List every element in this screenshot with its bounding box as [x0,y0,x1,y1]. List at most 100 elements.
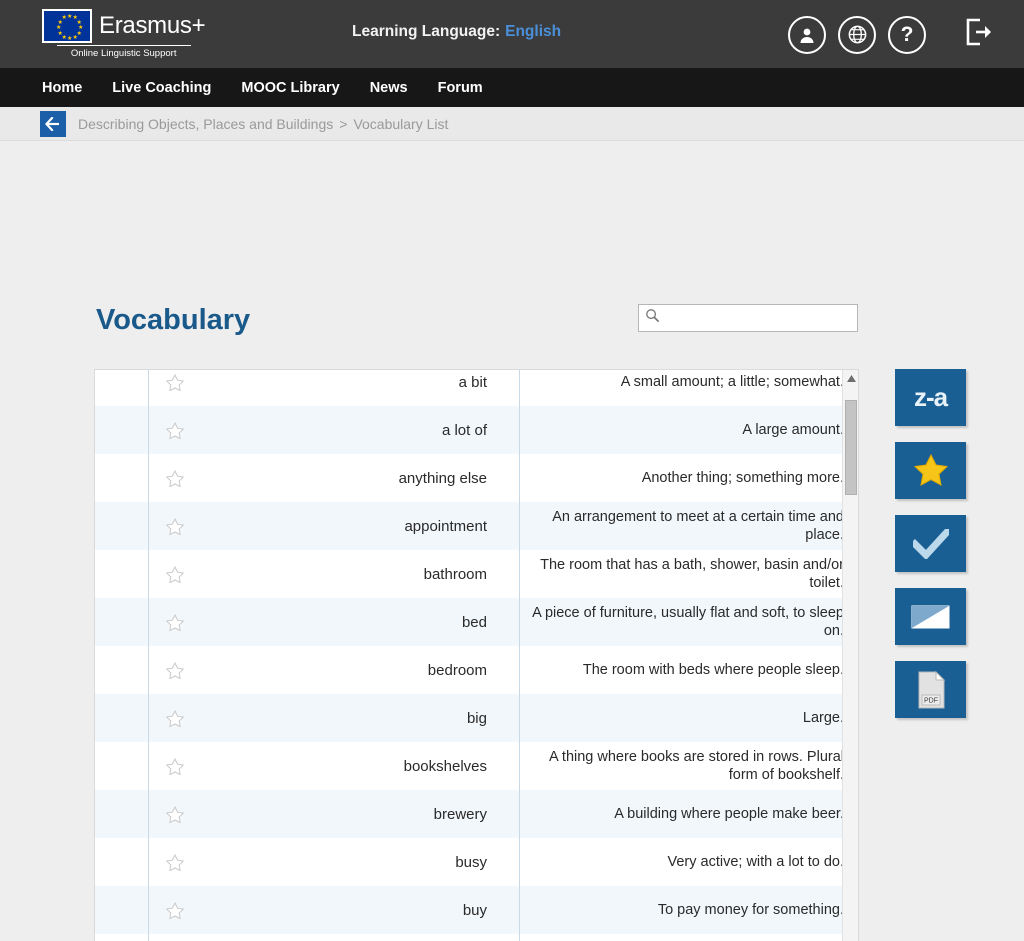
brand-subtitle: Online Linguistic Support [56,45,191,59]
table-row[interactable]: a lot of A large amount. [95,406,844,454]
star-outline-icon [166,565,184,583]
vocabulary-definition: An arrangement to meet at a certain time… [519,502,844,550]
erasmus-logo[interactable]: ★ ★ ★ ★ ★ ★ ★ ★ ★ ★ ★ ★ Erasmus+ Online Linguistic … [42,9,206,59]
flashcard-icon [911,605,949,628]
check-icon [912,528,949,559]
breadcrumb-parent[interactable]: Describing Objects, Places and Buildings [78,116,333,132]
page-body: Vocabulary a bit A small amount; a little… [0,141,1024,941]
breadcrumb-separator: > [339,115,348,132]
star-icon [913,454,948,487]
search-box[interactable] [638,304,858,332]
pdf-button[interactable]: PDF [895,661,966,718]
nav-item-live-coaching[interactable]: Live Coaching [112,80,211,96]
favourite-star-cell[interactable] [148,406,217,454]
favourite-star-cell[interactable] [148,838,217,886]
eu-flag-icon: ★ ★ ★ ★ ★ ★ ★ ★ ★ ★ ★ ★ [42,9,92,43]
vocabulary-definition: A small amount; a little; somewhat. [519,370,844,406]
vocabulary-word: bedroom [427,661,487,679]
star-outline-icon [166,421,184,439]
vocabulary-definition: Large. [519,694,844,742]
globe-icon[interactable] [838,15,876,54]
side-action-buttons: z-a PDF [895,369,966,718]
scroll-up-icon[interactable] [843,370,858,386]
favourite-star-cell[interactable] [148,742,217,790]
star-outline-icon [166,805,184,823]
nav-item-news[interactable]: News [370,80,408,96]
favourite-star-cell[interactable] [148,454,217,502]
back-button[interactable] [40,110,66,137]
table-row[interactable]: bedroom The room with beds where people s… [95,646,844,694]
vocabulary-definition: A piece of furniture, usually flat and s… [519,598,844,646]
star-outline-icon [166,757,184,775]
scrollbar-thumb[interactable] [845,400,857,495]
vocabulary-word: busy [455,853,487,871]
favourite-star-cell[interactable] [148,790,217,838]
star-outline-icon [166,661,184,679]
vocabulary-word: a bit [458,373,487,391]
vocabulary-rows: a bit A small amount; a little; somewhat.… [95,370,844,941]
help-icon[interactable]: ? [888,15,926,54]
search-icon [645,308,660,328]
logout-icon[interactable] [962,15,996,54]
vocabulary-definition: To pay money for something. [519,886,844,934]
search-input[interactable] [660,305,857,331]
star-outline-icon [166,901,184,919]
svg-text:PDF: PDF [924,697,938,704]
table-row[interactable]: a bit A small amount; a little; somewhat. [95,370,844,406]
table-row[interactable]: big Large. [95,694,844,742]
table-row[interactable]: anything else Another thing; something mo… [95,454,844,502]
vocabulary-word: bed [461,613,487,631]
table-row[interactable]: bed A piece of furniture, usually flat an… [95,598,844,646]
star-outline-icon [166,469,184,487]
vocabulary-definition: The room with beds where people sleep. [519,646,844,694]
top-icon-group: ? [788,15,996,54]
favourite-star-cell[interactable] [148,694,217,742]
favourite-star-cell[interactable] [148,502,217,550]
favourite-star-cell[interactable] [148,886,217,934]
nav-item-mooc-library[interactable]: MOOC Library [241,80,339,96]
learning-language: Learning Language: English [352,23,561,41]
brand-name: Erasmus+ [99,12,206,39]
top-bar: ★ ★ ★ ★ ★ ★ ★ ★ ★ ★ ★ ★ Erasmus+ Online Linguistic … [0,0,1024,68]
favourite-star-cell[interactable] [148,550,217,598]
table-row[interactable]: buy To pay money for something. [95,886,844,934]
table-row[interactable]: bookshelves A thing where books are store… [95,742,844,790]
sort-za-button[interactable]: z-a [895,369,966,426]
table-row[interactable]: bathroom The room that has a bath, shower… [95,550,844,598]
breadcrumb: Describing Objects, Places and Buildings… [0,107,1024,141]
star-outline-icon [166,853,184,871]
vocabulary-definition: Another thing; something more. [519,454,844,502]
nav-item-home[interactable]: Home [42,80,82,96]
vocabulary-word: a lot of [441,421,487,439]
pdf-icon: PDF [918,670,945,708]
favourite-star-cell[interactable] [148,646,217,694]
vocabulary-word: bookshelves [403,757,487,775]
learning-language-label: Learning Language: [352,23,501,40]
star-outline-icon [166,613,184,631]
favourite-star-cell[interactable] [148,934,217,941]
vertical-scrollbar[interactable] [842,370,858,941]
vocabulary-definition: Very active; with a lot to do. [519,838,844,886]
table-row[interactable]: carpetA fabric that covers the floor; a … [95,934,844,941]
favourite-star-cell[interactable] [148,598,217,646]
breadcrumb-text: Describing Objects, Places and Buildings… [78,116,448,132]
vocabulary-definition: A large amount. [519,406,844,454]
favourite-star-cell[interactable] [148,370,217,406]
vocabulary-word: brewery [433,805,487,823]
table-row[interactable]: brewery A building where people make beer… [95,790,844,838]
nav-item-forum[interactable]: Forum [438,80,483,96]
table-row[interactable]: busy Very active; with a lot to do. [95,838,844,886]
vocabulary-word: big [466,709,487,727]
vocabulary-word: buy [462,901,487,919]
favourites-button[interactable] [895,442,966,499]
main-navigation: Home Live Coaching MOOC Library News For… [0,68,1024,107]
user-icon[interactable] [788,15,826,54]
page-title: Vocabulary [96,304,251,336]
vocabulary-definition: A fabric that covers the floor; a large [519,934,844,941]
vocabulary-definition: A thing where books are stored in rows. … [519,742,844,790]
vocabulary-definition: A building where people make beer. [519,790,844,838]
flashcards-button[interactable] [895,588,966,645]
table-row[interactable]: appointment An arrangement to meet at a c… [95,502,844,550]
vocabulary-definition: The room that has a bath, shower, basin … [519,550,844,598]
known-button[interactable] [895,515,966,572]
